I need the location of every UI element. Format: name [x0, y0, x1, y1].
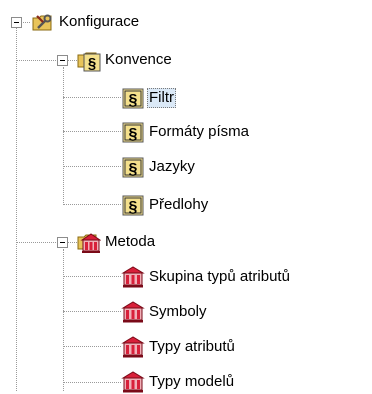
tree-line: [63, 382, 121, 383]
configuration-tree: Konfigurace § Konvence § Filtr § Formáty…: [0, 0, 372, 394]
method-item-icon: [121, 301, 145, 323]
tree-line: [63, 131, 121, 132]
convention-folder-icon: §: [77, 52, 101, 72]
svg-text:§: §: [88, 55, 96, 72]
tree-line: [16, 242, 56, 243]
tree-node-label: Filtr: [147, 88, 176, 108]
tree-line: [63, 276, 121, 277]
tree-line: [63, 67, 64, 205]
method-item-icon: [121, 336, 145, 358]
tree-node-konfigurace[interactable]: Konfigurace: [31, 10, 141, 34]
tree-node-predlohy[interactable]: § Předlohy: [121, 193, 210, 217]
method-item-icon: [121, 371, 145, 393]
tree-node-typy-atributu[interactable]: Typy atributů: [121, 335, 237, 359]
tree-node-typy-modelu[interactable]: Typy modelů: [121, 370, 236, 394]
tree-node-jazyky[interactable]: § Jazyky: [121, 155, 197, 179]
tree-line: [16, 28, 17, 391]
tree-node-label: Skupina typů atributů: [149, 268, 290, 285]
tree-node-label: Jazyky: [149, 158, 195, 175]
convention-item-icon: §: [122, 157, 144, 178]
tree-line: [16, 60, 56, 61]
method-item-icon: [121, 266, 145, 288]
tree-line: [63, 204, 121, 205]
tree-node-label: Konfigurace: [59, 13, 140, 30]
tree-node-label: Předlohy: [149, 196, 209, 213]
tree-line: [63, 97, 121, 98]
tree-node-label: Symboly: [149, 303, 207, 320]
wrench-folder-icon: [32, 14, 52, 31]
tree-node-label: Formáty písma: [149, 123, 250, 140]
tree-node-label: Typy atributů: [149, 338, 235, 355]
svg-text:§: §: [129, 161, 138, 178]
svg-text:§: §: [129, 126, 138, 143]
tree-node-label: Konvence: [105, 51, 172, 68]
convention-item-icon: §: [122, 195, 144, 216]
tree-line: [67, 60, 77, 61]
collapse-toggle-metoda[interactable]: [57, 237, 68, 248]
collapse-toggle-konvence[interactable]: [57, 55, 68, 66]
method-folder-icon: [77, 233, 101, 253]
tree-line: [63, 311, 121, 312]
tree-node-formaty-pisma[interactable]: § Formáty písma: [121, 120, 251, 144]
tree-node-metoda[interactable]: Metoda: [77, 230, 157, 254]
tree-node-skupina-typu-atributu[interactable]: Skupina typů atributů: [121, 265, 292, 289]
tree-node-label: Metoda: [105, 233, 156, 250]
tree-line: [63, 249, 64, 391]
tree-line: [63, 166, 121, 167]
tree-node-filtr[interactable]: § Filtr: [121, 86, 176, 110]
convention-item-icon: §: [122, 122, 144, 143]
tree-line: [63, 346, 121, 347]
tree-node-konvence[interactable]: § Konvence: [77, 48, 174, 72]
svg-text:§: §: [129, 92, 138, 109]
collapse-toggle-konfigurace[interactable]: [11, 17, 22, 28]
convention-item-icon: §: [122, 88, 144, 109]
tree-node-label: Typy modelů: [149, 373, 235, 390]
tree-line: [67, 242, 77, 243]
tree-node-symboly[interactable]: Symboly: [121, 300, 209, 324]
svg-text:§: §: [129, 199, 138, 216]
